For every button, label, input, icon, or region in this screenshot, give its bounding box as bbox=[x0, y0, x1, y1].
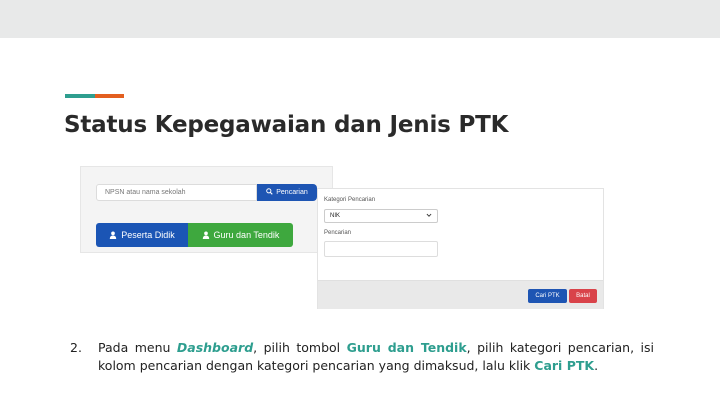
guru-tendik-label: Guru dan Tendik bbox=[213, 230, 280, 240]
search-field[interactable] bbox=[324, 241, 438, 257]
title-accent-bar bbox=[65, 94, 124, 98]
step-text-1: Pada menu bbox=[98, 340, 177, 355]
top-band bbox=[0, 0, 720, 38]
cari-ptk-keyword: Cari PTK bbox=[534, 358, 595, 373]
search-screenshot: NPSN atau nama sekolah Pencarian Peserta… bbox=[80, 166, 333, 253]
category-label: Kategori Pencarian bbox=[324, 197, 376, 203]
form-footer: Cari PTK Batal bbox=[318, 280, 603, 309]
step-text-2: , pilih tombol bbox=[253, 340, 347, 355]
step-number: 2. bbox=[70, 340, 82, 355]
step-instruction: Pada menu Dashboard, pilih tombol Guru d… bbox=[98, 339, 654, 375]
search-input[interactable]: NPSN atau nama sekolah bbox=[96, 184, 257, 201]
guru-tendik-keyword: Guru dan Tendik bbox=[346, 340, 467, 355]
peserta-didik-button[interactable]: Peserta Didik bbox=[96, 223, 188, 247]
peserta-didik-label: Peserta Didik bbox=[121, 230, 175, 240]
category-select[interactable]: NIK bbox=[324, 209, 438, 223]
ptk-search-form-screenshot: Kategori Pencarian NIK Pencarian Cari PT… bbox=[317, 188, 604, 309]
step-text-4: . bbox=[594, 358, 599, 373]
accent-orange bbox=[95, 94, 124, 98]
search-button[interactable]: Pencarian bbox=[257, 184, 317, 201]
slide-title: Status Kepegawaian dan Jenis PTK bbox=[64, 112, 509, 138]
dashboard-keyword: Dashboard bbox=[176, 340, 254, 355]
category-select-value: NIK bbox=[330, 213, 341, 219]
search-field-label: Pencarian bbox=[324, 230, 352, 236]
guru-tendik-button[interactable]: Guru dan Tendik bbox=[188, 223, 293, 247]
search-button-label: Pencarian bbox=[276, 189, 308, 196]
cari-ptk-button[interactable]: Cari PTK bbox=[528, 289, 567, 303]
user-icon bbox=[202, 231, 210, 239]
batal-button[interactable]: Batal bbox=[569, 289, 597, 303]
chevron-down-icon bbox=[426, 212, 432, 220]
user-icon bbox=[109, 231, 117, 239]
search-icon bbox=[266, 188, 273, 197]
accent-teal bbox=[65, 94, 95, 98]
